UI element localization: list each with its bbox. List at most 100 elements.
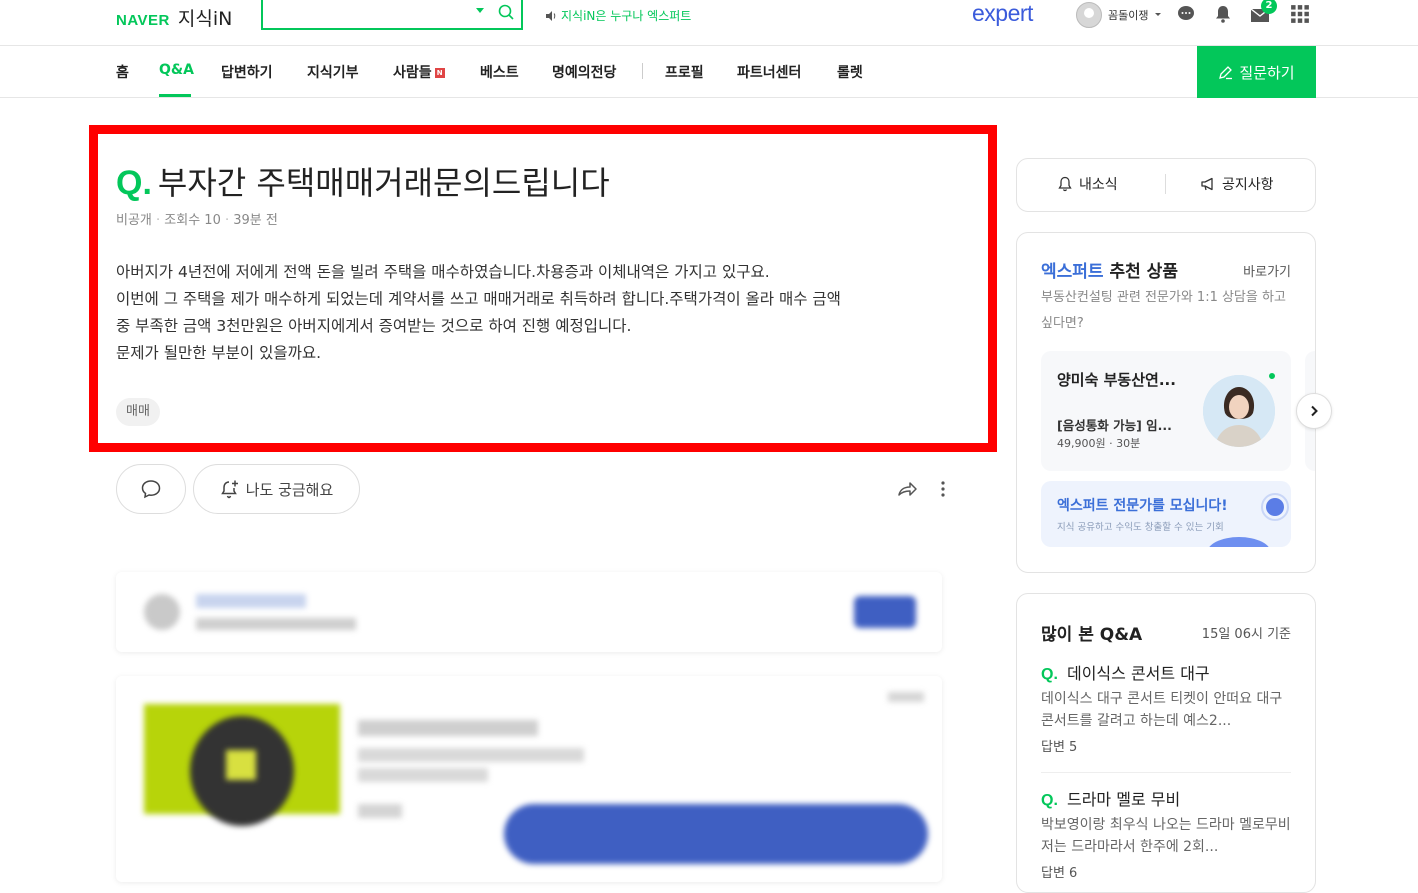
nav-best[interactable]: 베스트 [480,62,519,82]
view-count: 조회수 10 [164,213,221,228]
notification-box: 내소식 공지사항 [1016,158,1316,212]
comment-button[interactable] [116,464,186,514]
nav-people-label: 사람들 [393,65,432,81]
nav-answer[interactable]: 답변하기 [221,62,273,82]
expert-title: 엑스퍼트 추천 상품 [1041,257,1178,282]
bell-plus-icon [220,480,238,499]
recruit-illustration-icon [1209,493,1289,547]
new-badge: N [434,68,445,78]
nav-people[interactable]: 사람들 N [393,62,445,82]
top-bar: NAVER 지식iN 지식iN은 누구나 엑스퍼트 expert 꼼돌이쟁 2 [0,0,1418,46]
nav-divider [642,63,643,79]
q-mark: Q. [1041,792,1058,809]
expert-recruit-banner[interactable]: 엑스퍼트 전문가를 모십니다! 지식 공유하고 수익도 창출할 수 있는 기회 [1041,481,1291,547]
blurred-answer-card [116,572,942,652]
more-options-icon[interactable] [940,480,946,498]
blurred-image [226,750,256,780]
body-line: 중 부족한 금액 3천만원은 아버지에게서 증여받는 것으로 하여 진행 예정입… [116,317,632,335]
recruit-subtitle: 지식 공유하고 수익도 창출할 수 있는 기회 [1057,522,1224,533]
nav-roulette[interactable]: 롤렛 [837,62,863,82]
logo[interactable]: NAVER 지식iN [116,4,232,31]
expert-next-button[interactable] [1296,393,1332,429]
pencil-icon [1219,65,1233,79]
tab-notice-label: 공지사항 [1222,177,1274,193]
blurred-text [358,720,538,736]
q-mark: Q. [1041,666,1058,683]
popular-qa-item-title: Q. 드라마 멜로 무비 [1041,786,1291,810]
question-tag[interactable]: 매매 [116,398,160,426]
blurred-ad-card [116,676,942,882]
nav-partner-center[interactable]: 파트너센터 [737,62,801,82]
user-name[interactable]: 꼼돌이쟁 [1108,7,1148,23]
comment-icon [141,480,161,499]
nav-qa[interactable]: Q&A [159,62,194,78]
popular-qa-item[interactable]: Q. 데이식스 콘서트 대구 데이식스 대구 콘서트 티켓이 안떠요 대구 콘서… [1041,660,1291,755]
blurred-text [888,692,924,702]
person-photo-icon [1203,375,1275,447]
curious-button[interactable]: 나도 궁금해요 [193,464,360,514]
nav-donation[interactable]: 지식기부 [307,62,359,82]
tab-notice[interactable]: 공지사항 [1200,159,1274,209]
nav-home[interactable]: 홈 [116,62,129,82]
blurred-text [358,768,488,782]
expert-product-card[interactable]: 양미숙 부동산연... [음성통화 가능] 임... 49,900원 · 30분 [1041,351,1291,471]
avatar[interactable] [1076,2,1102,28]
blurred-avatar [144,594,180,630]
blurred-text [196,618,356,630]
question-body: 아버지가 4년전에 저에게 전액 돈을 빌려 주택을 매수하였습니다.차용증과 … [116,259,956,367]
search-icon[interactable] [497,3,515,21]
expert-title-blue: 엑스퍼트 [1041,262,1104,282]
author: 비공개 [116,213,152,228]
tab-divider [1165,174,1166,194]
chat-icon[interactable] [1176,4,1196,24]
user-menu[interactable]: 꼼돌이쟁 [1076,2,1162,28]
expert-product-desc: [음성통화 가능] 임... [1057,418,1172,433]
mail-badge: 2 [1261,0,1277,14]
grid-menu-icon[interactable] [1290,4,1310,24]
naver-logo[interactable]: NAVER [116,12,170,29]
nav-profile[interactable]: 프로필 [665,62,704,82]
popular-qa-box: 많이 본 Q&A 15일 06시 기준 Q. 데이식스 콘서트 대구 데이식스 … [1016,593,1316,893]
chevron-down-icon[interactable] [1154,11,1162,19]
expert-subtitle: 부동산컨설팅 관련 전문가와 1:1 상담을 하고 싶다면? [1041,290,1286,331]
tab-my-news[interactable]: 내소식 [1057,159,1118,209]
expert-logo[interactable]: expert [972,0,1033,27]
bell-icon[interactable] [1213,4,1233,24]
question-title-text: 부자간 주택매매거래문의드립니다 [157,164,610,202]
jisikin-logo[interactable]: 지식iN [178,4,232,31]
ask-question-label: 질문하기 [1239,63,1295,82]
popular-qa-title: 많이 본 Q&A [1041,625,1143,645]
share-icon[interactable] [896,478,918,500]
search-box [261,0,523,30]
blurred-text [196,594,306,608]
popular-qa-item-answers: 답변 5 [1041,740,1078,755]
popular-qa-item[interactable]: Q. 드라마 멜로 무비 박보영이랑 최우식 나오는 드라마 멜로무비 저는 드… [1041,786,1291,881]
blurred-text [358,804,402,818]
expert-title-rest: 추천 상품 [1109,262,1178,282]
search-dropdown-icon[interactable] [476,8,484,13]
main-nav: 홈 Q&A 답변하기 지식기부 사람들 N 베스트 명예의전당 프로필 파트너센터… [0,46,1418,98]
notice-text: 지식iN은 누구나 엑스퍼트 [561,9,692,23]
expert-go-link[interactable]: 바로가기 [1243,261,1291,280]
speaker-icon [546,10,556,21]
popular-qa-item-title: Q. 데이식스 콘서트 대구 [1041,660,1291,684]
megaphone-icon [1201,177,1213,191]
popular-qa-item-body: 박보영이랑 최우식 나오는 드라마 멜로무비 저는 드라마라서 한주에 2회..… [1041,817,1291,855]
q-mark: Q. [116,164,152,202]
blurred-button [854,596,916,628]
active-tab-indicator [159,94,191,97]
blurred-text [358,748,584,762]
popular-qa-item-title-text: 드라마 멜로 무비 [1066,790,1181,809]
expert-name: 양미숙 부동산연... [1057,371,1176,389]
notice-link[interactable]: 지식iN은 누구나 엑스퍼트 [545,7,691,24]
expert-product-price: 49,900원 · 30분 [1057,437,1141,450]
search-input[interactable] [271,0,471,26]
divider [1041,772,1291,773]
nav-hall-of-fame[interactable]: 명예의전당 [552,62,616,82]
ask-question-button[interactable]: 질문하기 [1197,46,1316,98]
online-indicator [1269,373,1275,379]
question-meta: 비공개 · 조회수 10 · 39분 전 [116,213,278,228]
body-line: 이번에 그 주택을 제가 매수하게 되었는데 계약서를 쓰고 매매거래로 취득하… [116,290,841,308]
body-line: 아버지가 4년전에 저에게 전액 돈을 빌려 주택을 매수하였습니다.차용증과 … [116,263,770,281]
popular-qa-item-title-text: 데이식스 콘서트 대구 [1066,664,1210,683]
